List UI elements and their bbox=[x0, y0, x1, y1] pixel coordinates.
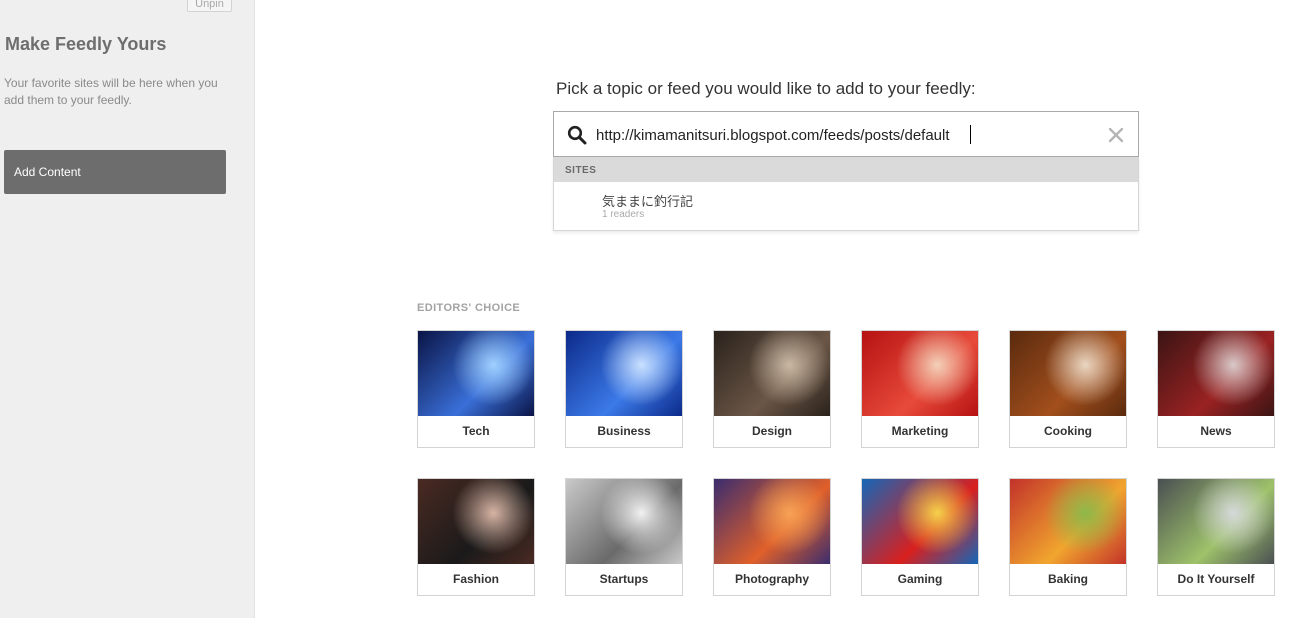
topic-label: Marketing bbox=[891, 424, 949, 438]
topic-image bbox=[862, 479, 978, 564]
search-prompt: Pick a topic or feed you would like to a… bbox=[556, 79, 976, 98]
topic-tile-diy[interactable]: Do It Yourself bbox=[1157, 478, 1275, 596]
sidebar: Unpin Make Feedly Yours Your favorite si… bbox=[0, 0, 255, 618]
add-content-button[interactable]: Add Content bbox=[4, 150, 226, 194]
topic-image bbox=[1158, 479, 1274, 564]
search-icon bbox=[567, 125, 587, 145]
topic-label: Fashion bbox=[452, 572, 499, 586]
topic-image bbox=[714, 331, 830, 416]
unpin-button[interactable]: Unpin bbox=[187, 0, 232, 12]
result-item-readers: 1 readers bbox=[602, 209, 645, 220]
topic-image bbox=[1010, 331, 1126, 416]
text-caret bbox=[970, 125, 971, 144]
topic-image bbox=[418, 331, 534, 416]
topic-tile-cooking[interactable]: Cooking bbox=[1009, 330, 1127, 448]
topic-label: Photography bbox=[735, 572, 809, 586]
topic-label: Design bbox=[751, 424, 792, 438]
topic-label: News bbox=[1200, 424, 1232, 438]
topic-label: Cooking bbox=[1044, 424, 1092, 438]
topic-label: Do It Yourself bbox=[1177, 572, 1255, 586]
topic-tile-baking[interactable]: Baking bbox=[1009, 478, 1127, 596]
topic-tile-photography[interactable]: Photography bbox=[713, 478, 831, 596]
topic-image bbox=[418, 479, 534, 564]
editors-choice-heading: EDITORS' CHOICE bbox=[417, 302, 521, 314]
results-section-header: SITES bbox=[554, 157, 1138, 182]
topic-tile-marketing[interactable]: Marketing bbox=[861, 330, 979, 448]
sidebar-description: Your favorite sites will be here when yo… bbox=[4, 76, 218, 107]
topic-image bbox=[714, 479, 830, 564]
topic-tile-tech[interactable]: Tech bbox=[417, 330, 535, 448]
result-item[interactable]: 気ままに釣行記 1 readers bbox=[554, 182, 1138, 230]
topic-tile-startups[interactable]: Startups bbox=[565, 478, 683, 596]
topic-tile-fashion[interactable]: Fashion bbox=[417, 478, 535, 596]
topic-label: Tech bbox=[462, 424, 490, 438]
close-icon[interactable] bbox=[1107, 126, 1125, 144]
topic-image bbox=[1158, 331, 1274, 416]
topic-image bbox=[1010, 479, 1126, 564]
topic-label: Startups bbox=[599, 572, 649, 586]
topic-label: Gaming bbox=[897, 572, 943, 586]
topic-image bbox=[566, 479, 682, 564]
topic-image bbox=[862, 331, 978, 416]
topic-tile-gaming[interactable]: Gaming bbox=[861, 478, 979, 596]
search-results-dropdown: SITES 気ままに釣行記 1 readers bbox=[553, 157, 1139, 231]
topic-image bbox=[566, 331, 682, 416]
topic-tile-news[interactable]: News bbox=[1157, 330, 1275, 448]
sidebar-title: Make Feedly Yours bbox=[5, 34, 167, 54]
search-box[interactable] bbox=[553, 111, 1139, 157]
topic-tile-design[interactable]: Design bbox=[713, 330, 831, 448]
result-item-name: 気ままに釣行記 bbox=[602, 194, 694, 209]
search-input[interactable] bbox=[596, 124, 1096, 146]
topic-label: Baking bbox=[1047, 572, 1088, 586]
topic-tile-business[interactable]: Business bbox=[565, 330, 683, 448]
topic-label: Business bbox=[597, 424, 651, 438]
